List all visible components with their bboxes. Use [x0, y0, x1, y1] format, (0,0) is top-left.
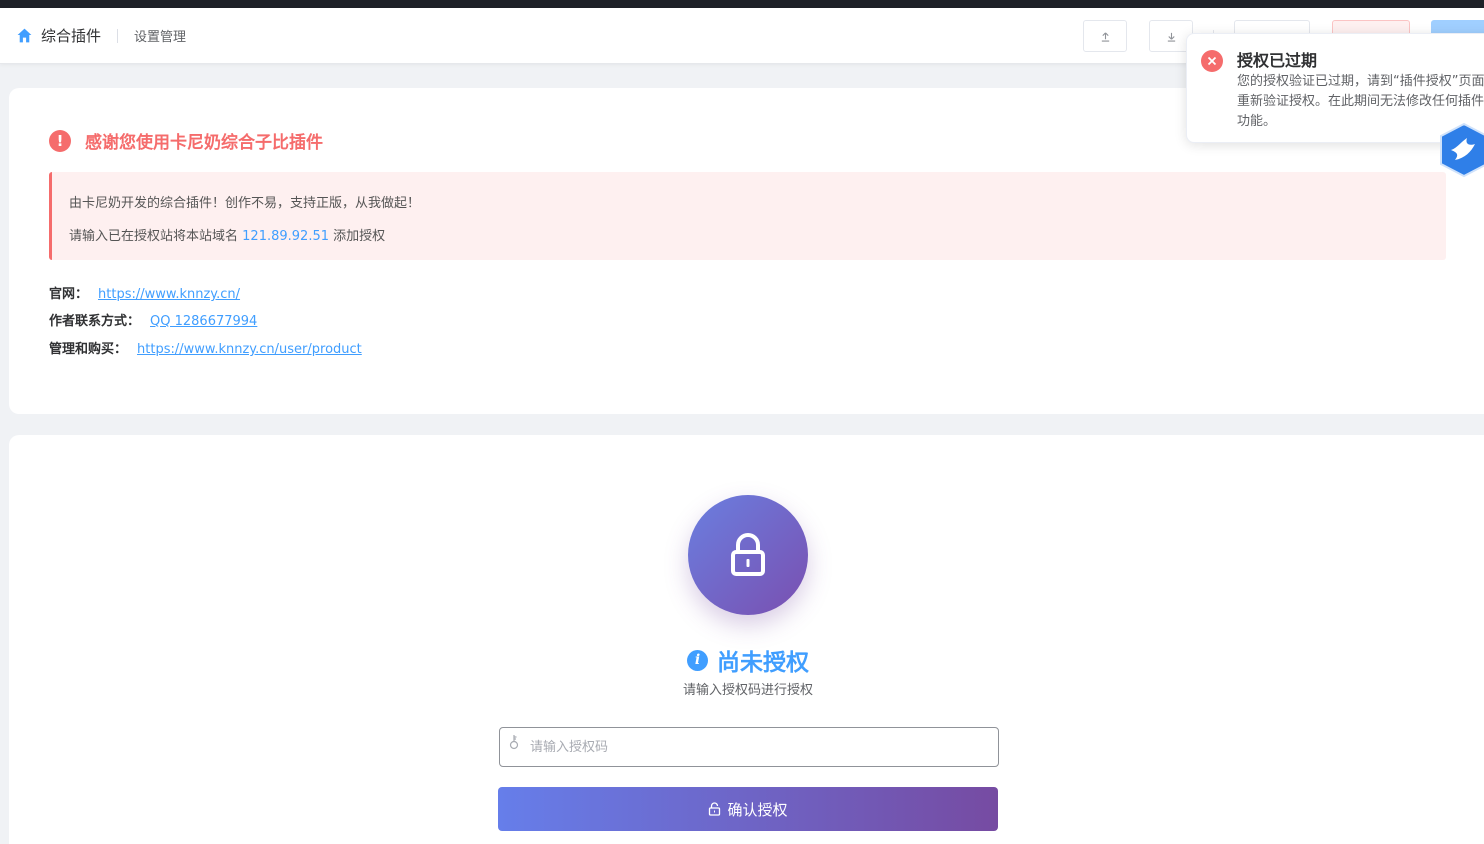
window-top-strip [0, 0, 1484, 8]
breadcrumb-divider [117, 28, 119, 43]
lock-icon [731, 533, 765, 576]
alert-line-2-prefix: 请输入已在授权站将本站域名 [69, 229, 239, 244]
alert-domain: 121.89.92.51 [242, 229, 329, 244]
warning-icon: ! [49, 129, 71, 152]
auth-subtitle: 请输入授权码进行授权 [682, 683, 813, 698]
breadcrumb-current: 设置管理 [134, 30, 187, 45]
auth-code-field[interactable] [499, 727, 999, 767]
manage-purchase-row: 管理和购买： https://www.knnzy.cn/user/product [49, 338, 362, 357]
error-icon [1201, 50, 1223, 72]
info-icon: i [687, 649, 708, 671]
auth-card: i 尚未授权 请输入授权码进行授权 确认授权 [9, 435, 1484, 844]
upload-icon [1101, 31, 1109, 42]
notice-title: 感谢您使用卡尼奶综合子比插件 [85, 133, 323, 153]
manage-purchase-link[interactable]: https://www.knnzy.cn/user/product [137, 342, 362, 357]
confirm-auth-label: 确认授权 [727, 800, 788, 819]
auth-code-input[interactable] [530, 728, 990, 766]
brand-title[interactable]: 综合插件 [41, 25, 101, 46]
floating-bird-icon[interactable] [1437, 122, 1484, 178]
author-qq-link[interactable]: QQ 1286677994 [150, 314, 257, 329]
author-contact-row: 作者联系方式： QQ 1286677994 [49, 310, 257, 329]
auth-status-row: i 尚未授权 [9, 643, 1484, 677]
alert-line-2: 请输入已在授权站将本站域名 121.89.92.51 添加授权 [69, 225, 385, 244]
download-icon [1167, 32, 1175, 42]
toast-title: 授权已过期 [1237, 51, 1318, 70]
official-site-link[interactable]: https://www.knnzy.cn/ [98, 287, 240, 302]
lock-badge [688, 495, 808, 615]
alert-line-1: 由卡尼奶开发的综合插件！创作不易，支持正版，从我做起！ [69, 196, 421, 211]
notice-title-row: ! 感谢您使用卡尼奶综合子比插件 [49, 128, 323, 153]
official-site-label: 官网： [49, 287, 89, 302]
manage-purchase-label: 管理和购买： [49, 342, 128, 357]
confirm-auth-button[interactable]: 确认授权 [498, 787, 998, 831]
author-contact-label: 作者联系方式： [49, 314, 141, 329]
official-site-row: 官网： https://www.knnzy.cn/ [49, 283, 240, 302]
unlock-icon [709, 802, 721, 816]
breadcrumb: 综合插件 设置管理 [16, 25, 186, 46]
import-button[interactable] [1083, 20, 1127, 52]
alert-line-2-suffix: 添加授权 [333, 229, 386, 244]
auth-status-title: 尚未授权 [717, 650, 809, 676]
notice-alert: 由卡尼奶开发的综合插件！创作不易，支持正版，从我做起！ 请输入已在授权站将本站域… [49, 172, 1446, 260]
home-icon[interactable] [16, 27, 33, 44]
key-icon [509, 735, 519, 750]
